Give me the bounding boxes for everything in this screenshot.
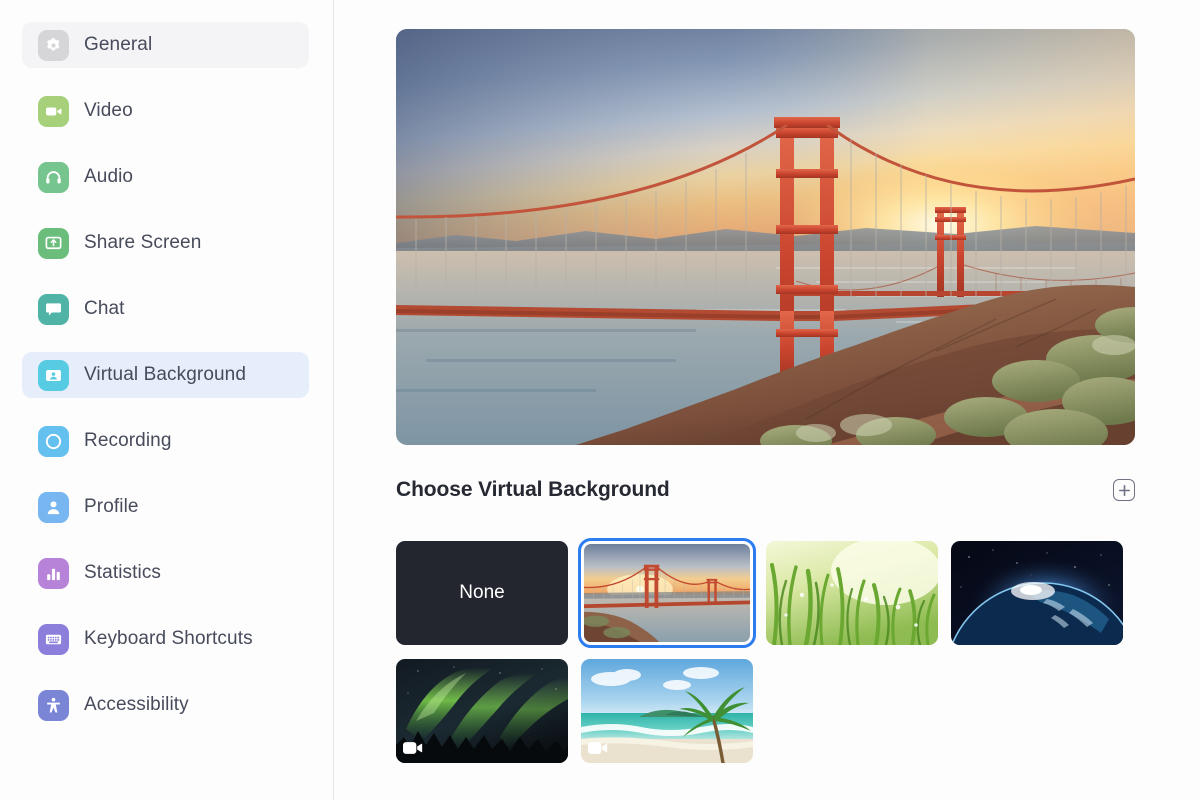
sidebar-item-label: Video bbox=[84, 100, 133, 121]
add-background-button[interactable] bbox=[1113, 479, 1135, 501]
sidebar-item-video[interactable]: Video bbox=[22, 88, 309, 134]
settings-sidebar: General Video Audio Share Screen Chat Virtual… bbox=[0, 0, 334, 800]
background-none-tile[interactable]: None bbox=[396, 541, 568, 645]
virtual-background-preview bbox=[396, 29, 1135, 445]
sidebar-item-chat[interactable]: Chat bbox=[22, 286, 309, 332]
sidebar-item-profile[interactable]: Profile bbox=[22, 484, 309, 530]
accessibility-person-icon bbox=[38, 689, 69, 721]
sidebar-item-accessibility[interactable]: Accessibility bbox=[22, 682, 309, 728]
virtual-background-person-icon bbox=[38, 359, 69, 391]
sidebar-item-recording[interactable]: Recording bbox=[22, 418, 309, 464]
background-thumbnail[interactable] bbox=[951, 541, 1123, 645]
plus-icon bbox=[1118, 484, 1131, 497]
record-circle-icon bbox=[38, 425, 69, 457]
sidebar-item-label: Accessibility bbox=[84, 694, 189, 715]
background-image-tile[interactable] bbox=[581, 659, 753, 763]
page-title: Choose Virtual Background bbox=[396, 478, 670, 501]
virtual-background-panel: Choose Virtual Background None bbox=[334, 0, 1200, 800]
background-image-tile[interactable] bbox=[951, 541, 1123, 645]
sidebar-item-label: Audio bbox=[84, 166, 134, 187]
chat-bubble-icon bbox=[38, 293, 69, 325]
background-thumbnail-grid: None bbox=[396, 538, 1156, 763]
sidebar-item-label: Chat bbox=[84, 298, 125, 319]
sidebar-item-general[interactable]: General bbox=[22, 22, 309, 68]
sidebar-item-virtual-background[interactable]: Virtual Background bbox=[22, 352, 309, 398]
bar-chart-icon bbox=[38, 557, 69, 589]
sidebar-item-label: Virtual Background bbox=[84, 364, 246, 385]
gear-icon bbox=[38, 29, 69, 61]
sidebar-item-label: Keyboard Shortcuts bbox=[84, 628, 253, 649]
person-icon bbox=[38, 491, 69, 523]
video-camera-icon bbox=[38, 95, 69, 127]
sidebar-item-label: Profile bbox=[84, 496, 139, 517]
background-thumbnail[interactable] bbox=[581, 659, 753, 763]
sidebar-item-label: General bbox=[84, 34, 153, 55]
sidebar-item-share-screen[interactable]: Share Screen bbox=[22, 220, 309, 266]
headphones-icon bbox=[38, 161, 69, 193]
settings-window: General Video Audio Share Screen Chat Virtual… bbox=[0, 0, 1200, 800]
keyboard-icon bbox=[38, 623, 69, 655]
sidebar-item-audio[interactable]: Audio bbox=[22, 154, 309, 200]
sidebar-item-label: Share Screen bbox=[84, 232, 202, 253]
background-thumbnail[interactable] bbox=[396, 659, 568, 763]
background-image-tile[interactable] bbox=[584, 544, 750, 642]
sidebar-item-statistics[interactable]: Statistics bbox=[22, 550, 309, 596]
sidebar-item-keyboard-shortcuts[interactable]: Keyboard Shortcuts bbox=[22, 616, 309, 662]
background-thumbnail[interactable]: None bbox=[396, 541, 568, 645]
background-thumbnail-selected[interactable] bbox=[578, 538, 756, 648]
none-label: None bbox=[459, 582, 505, 603]
sidebar-item-label: Recording bbox=[84, 430, 172, 451]
video-camera-badge-icon bbox=[588, 741, 608, 755]
video-camera-badge-icon bbox=[403, 741, 423, 755]
share-screen-up-arrow-icon bbox=[38, 227, 69, 259]
background-image-tile[interactable] bbox=[766, 541, 938, 645]
sidebar-item-label: Statistics bbox=[84, 562, 162, 583]
background-image-tile[interactable] bbox=[396, 659, 568, 763]
background-thumbnail[interactable] bbox=[766, 541, 938, 645]
choose-background-header: Choose Virtual Background bbox=[396, 478, 1135, 502]
